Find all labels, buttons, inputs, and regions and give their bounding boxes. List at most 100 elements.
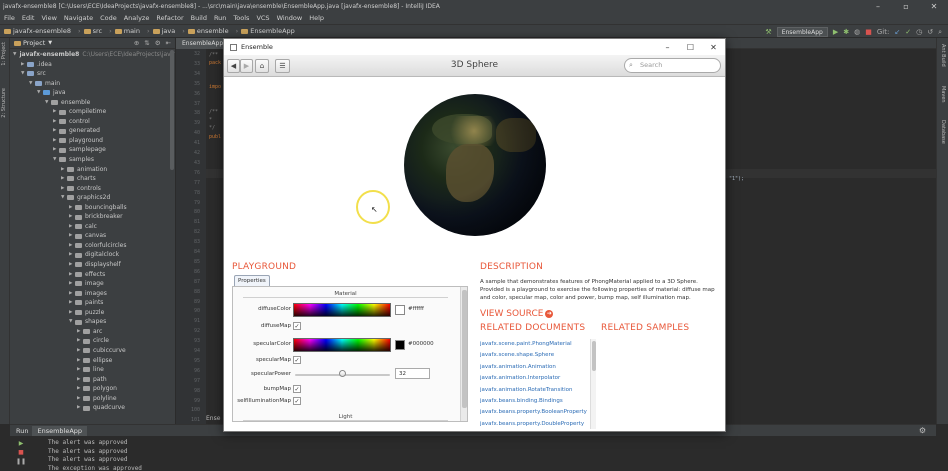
tree-node[interactable]: ▼ main [10, 79, 175, 89]
properties-tab[interactable]: Properties [234, 275, 270, 286]
tree-node[interactable]: ▶ brickbreaker [10, 212, 175, 222]
chevron-down-icon[interactable]: ▼ [13, 50, 16, 60]
tool-tab-structure[interactable]: 2: Structure [1, 88, 7, 118]
tree-node[interactable]: ▶ polyline [10, 394, 175, 404]
minimize-icon[interactable]: – [864, 2, 892, 11]
related-document-link[interactable]: javafx.scene.shape.Sphere [480, 350, 590, 361]
tree-node[interactable]: ▶ colorfulcircles [10, 241, 175, 251]
build-hammer-icon[interactable]: ⚒ [765, 28, 771, 36]
diffuse-color-swatch[interactable] [395, 305, 405, 315]
tree-node[interactable]: ▶ images [10, 289, 175, 299]
tree-node[interactable]: ▶ paints [10, 298, 175, 308]
rerun-icon[interactable]: ▶ [16, 440, 26, 449]
menu-item-build[interactable]: Build [191, 14, 207, 22]
project-view-select[interactable]: Project [23, 39, 45, 47]
tree-node[interactable]: ▶ image [10, 279, 175, 289]
tree-node[interactable]: ▶ animation [10, 165, 175, 175]
related-document-link[interactable]: javafx.animation.Animation [480, 362, 590, 373]
earth-sphere[interactable] [404, 94, 546, 236]
tree-node[interactable]: ▶ arc [10, 327, 175, 337]
breadcrumb-item[interactable]: src [83, 27, 102, 35]
breadcrumb-item[interactable]: EnsembleApp [241, 27, 295, 35]
run-configuration-select[interactable]: EnsembleApp [776, 27, 828, 37]
tree-node[interactable]: ▼ src [10, 69, 175, 79]
tree-node[interactable]: ▶ ellipse [10, 356, 175, 366]
history-icon[interactable]: ◷ [916, 28, 922, 36]
properties-scrollbar[interactable] [460, 287, 467, 421]
specular-color-swatch[interactable] [395, 340, 405, 350]
diffuse-color-picker[interactable] [293, 303, 391, 317]
tree-node[interactable]: ▶ effects [10, 270, 175, 280]
bump-map-checkbox[interactable]: ✓ [293, 385, 301, 393]
diffuse-map-checkbox[interactable]: ✓ [293, 322, 301, 330]
tree-node[interactable]: ▶ puzzle [10, 308, 175, 318]
related-document-link[interactable]: javafx.beans.property.DoubleProperty [480, 419, 590, 429]
search-input[interactable]: ⌕ Search [624, 58, 721, 73]
view-source-link[interactable]: VIEW SOURCE ➜ [480, 309, 554, 319]
related-documents-scrollbar[interactable] [590, 339, 596, 429]
tree-node[interactable]: ▼ ensemble [10, 98, 175, 108]
specular-color-picker[interactable] [293, 338, 391, 352]
menu-item-help[interactable]: Help [309, 14, 324, 22]
breadcrumb-item[interactable]: main [114, 27, 140, 35]
menu-item-analyze[interactable]: Analyze [124, 14, 150, 22]
tree-node[interactable]: ▶ playground [10, 136, 175, 146]
menu-item-run[interactable]: Run [214, 14, 226, 22]
tool-tab-ant-build[interactable]: Ant Build [940, 44, 946, 67]
tree-node[interactable]: ▶ compiletime [10, 107, 175, 117]
sphere-stage[interactable]: ↖ [224, 77, 725, 257]
breadcrumb-item[interactable]: java [152, 27, 175, 35]
related-documents-scrollbar-thumb[interactable] [592, 341, 596, 371]
specular-power-field[interactable]: 32 [395, 368, 430, 379]
run-tab-ensembleapp[interactable]: EnsembleApp [32, 425, 88, 436]
gear-icon[interactable]: ⚙ [919, 426, 926, 435]
menu-item-navigate[interactable]: Navigate [64, 14, 93, 22]
maximize-icon[interactable]: ☐ [679, 43, 702, 52]
tool-tab-maven[interactable]: Maven [940, 86, 946, 103]
related-document-link[interactable]: javafx.scene.paint.PhongMaterial [480, 339, 590, 350]
menu-item-window[interactable]: Window [277, 14, 303, 22]
tree-node[interactable]: ▼ java [10, 88, 175, 98]
menu-item-vcs[interactable]: VCS [256, 14, 269, 22]
coverage-icon[interactable]: ◍ [854, 28, 860, 36]
tree-node[interactable]: ▶ quadcurve [10, 403, 175, 413]
tree-node[interactable]: ▼ graphics2d [10, 193, 175, 203]
vcs-commit-icon[interactable]: ✓ [905, 28, 911, 36]
pause-icon[interactable]: ❚❚ [16, 458, 26, 467]
tree-node[interactable]: ▼ samples [10, 155, 175, 165]
tree-node[interactable]: ▶ circle [10, 336, 175, 346]
self-illumination-map-checkbox[interactable]: ✓ [293, 397, 301, 405]
menu-item-view[interactable]: View [41, 14, 56, 22]
hide-panel-icon[interactable]: ⇤ [166, 39, 171, 47]
tree-node[interactable]: ▶ path [10, 375, 175, 385]
collapse-all-icon[interactable]: ⇅ [144, 39, 149, 47]
menu-item-code[interactable]: Code [100, 14, 117, 22]
stop-icon[interactable]: ■ [16, 449, 26, 458]
minimize-icon[interactable]: – [656, 43, 679, 52]
related-document-link[interactable]: javafx.beans.property.BooleanProperty [480, 407, 590, 418]
stop-icon[interactable]: ■ [865, 28, 872, 36]
related-document-link[interactable]: javafx.beans.binding.Bindings [480, 396, 590, 407]
menu-item-edit[interactable]: Edit [22, 14, 35, 22]
close-icon[interactable]: ✕ [920, 2, 948, 11]
specular-map-checkbox[interactable]: ✓ [293, 356, 301, 364]
sync-icon[interactable]: ⊕ [134, 39, 139, 47]
gear-icon[interactable]: ⚙ [155, 39, 161, 47]
specular-power-slider-thumb[interactable] [339, 370, 346, 377]
tree-node[interactable]: ▶ line [10, 365, 175, 375]
menu-item-file[interactable]: File [4, 14, 15, 22]
tree-node[interactable]: ▶ displayshelf [10, 260, 175, 270]
menu-item-refactor[interactable]: Refactor [156, 14, 183, 22]
search-everywhere-icon[interactable]: ⌕ [938, 28, 942, 37]
close-icon[interactable]: ✕ [702, 43, 725, 52]
tree-node[interactable]: ▶ control [10, 117, 175, 127]
tree-node[interactable]: ▶ .idea [10, 60, 175, 70]
tree-node[interactable]: ▶ controls [10, 184, 175, 194]
tree-node[interactable]: ▶ canvas [10, 231, 175, 241]
tree-node[interactable]: ▶ bouncingballs [10, 203, 175, 213]
tool-tab-project[interactable]: 1: Project [1, 42, 7, 66]
maximize-icon[interactable]: ▫ [892, 2, 920, 11]
related-document-link[interactable]: javafx.animation.Interpolator [480, 373, 590, 384]
debug-icon[interactable]: ✱ [843, 28, 849, 36]
tree-node[interactable]: ▶ calc [10, 222, 175, 232]
